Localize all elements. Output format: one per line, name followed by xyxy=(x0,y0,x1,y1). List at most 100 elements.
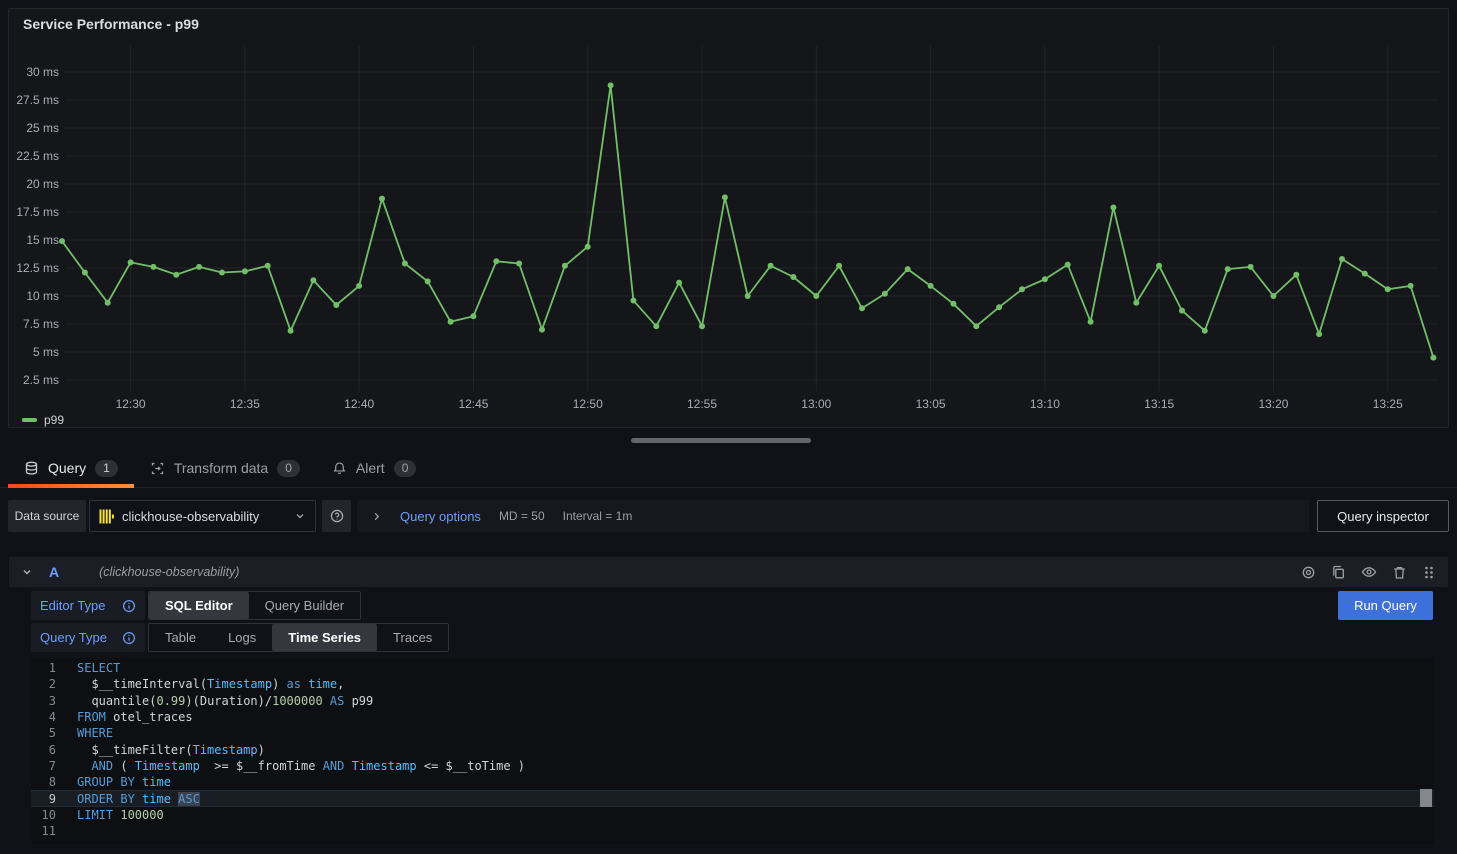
datasource-picker[interactable]: clickhouse-observability xyxy=(89,500,316,532)
max-data-points-value: MD = 50 xyxy=(499,509,545,523)
editor-type-label: Editor Type xyxy=(31,591,145,620)
svg-text:12:55: 12:55 xyxy=(687,397,717,411)
editor-type-switch: SQL Editor Query Builder xyxy=(148,591,361,620)
transform-icon xyxy=(150,461,165,476)
svg-text:13:15: 13:15 xyxy=(1144,397,1174,411)
line-number: 1 xyxy=(31,661,56,675)
run-query-button[interactable]: Run Query xyxy=(1338,591,1433,620)
delete-query-trash-icon[interactable] xyxy=(1392,565,1407,580)
question-circle-icon xyxy=(329,508,345,524)
line-content: AND ( Timestamp >= $__fromTime AND Times… xyxy=(77,759,525,773)
duplicate-query-icon[interactable] xyxy=(1331,565,1346,580)
query-inspector-button[interactable]: Query inspector xyxy=(1317,500,1449,532)
code-line: 8 GROUP BY time xyxy=(31,774,1434,790)
query-options-bar: Query options MD = 50 Interval = 1m xyxy=(357,500,1309,532)
svg-text:13:05: 13:05 xyxy=(916,397,946,411)
segment-time-series[interactable]: Time Series xyxy=(272,624,377,651)
line-number: 3 xyxy=(31,694,56,708)
info-circle-icon[interactable] xyxy=(122,631,136,645)
segment-sql-editor[interactable]: SQL Editor xyxy=(149,592,249,619)
svg-text:15 ms: 15 ms xyxy=(26,233,59,247)
tab-count-badge: 1 xyxy=(95,460,118,477)
code-line: 4FROM otel_traces xyxy=(31,709,1434,725)
svg-text:12:30: 12:30 xyxy=(116,397,146,411)
segment-logs[interactable]: Logs xyxy=(212,624,272,651)
svg-text:12:45: 12:45 xyxy=(458,397,488,411)
datasource-row: Data source clickhouse-observability xyxy=(8,500,1449,532)
info-circle-icon[interactable] xyxy=(122,599,136,613)
svg-text:2.5 ms: 2.5 ms xyxy=(23,373,59,387)
legend[interactable]: p99 xyxy=(22,413,64,427)
hide-response-eye-icon[interactable] xyxy=(1361,564,1377,580)
datasource-label: Data source xyxy=(8,500,86,532)
legend-series-label: p99 xyxy=(44,413,64,427)
svg-text:10 ms: 10 ms xyxy=(26,289,59,303)
svg-text:27.5 ms: 27.5 ms xyxy=(16,93,59,107)
query-row-header[interactable]: A (clickhouse-observability) xyxy=(9,557,1448,587)
tab-label: Query xyxy=(48,460,86,476)
query-actions xyxy=(1301,564,1436,580)
tab-alert[interactable]: Alert 0 xyxy=(316,449,432,487)
svg-text:12:35: 12:35 xyxy=(230,397,260,411)
svg-text:13:10: 13:10 xyxy=(1030,397,1060,411)
segment-traces[interactable]: Traces xyxy=(377,624,448,651)
tab-label: Alert xyxy=(356,460,385,476)
query-type-switch: Table Logs Time Series Traces xyxy=(148,623,449,652)
svg-text:13:00: 13:00 xyxy=(801,397,831,411)
datasource-value: clickhouse-observability xyxy=(122,509,286,524)
query-type-label: Query Type xyxy=(31,623,145,652)
line-number: 9 xyxy=(31,792,56,806)
code-line: 10LIMIT 100000 xyxy=(31,807,1434,823)
chevron-right-icon[interactable] xyxy=(371,511,382,522)
svg-text:22.5 ms: 22.5 ms xyxy=(16,149,59,163)
datasource-help-button[interactable] xyxy=(322,500,351,532)
line-number: 11 xyxy=(31,824,56,838)
interval-value: Interval = 1m xyxy=(563,509,633,523)
line-content: LIMIT 100000 xyxy=(77,808,164,822)
sql-editor[interactable]: 1 SELECT2 $__timeInterval(Timestamp) as t… xyxy=(31,658,1434,844)
svg-text:30 ms: 30 ms xyxy=(26,65,59,79)
line-content: FROM otel_traces xyxy=(77,710,193,724)
tab-transform-data[interactable]: Transform data 0 xyxy=(134,449,316,487)
horizontal-scrollbar[interactable] xyxy=(631,438,811,443)
line-content: quantile(0.99)(Duration)/1000000 AS p99 xyxy=(77,694,373,708)
line-content: $__timeInterval(Timestamp) as time, xyxy=(77,677,344,691)
editor-scrollbar-thumb[interactable] xyxy=(1420,789,1432,807)
query-options-link[interactable]: Query options xyxy=(400,509,481,524)
editor-type-row: Editor Type SQL Editor Query Builder xyxy=(31,591,361,620)
line-content: GROUP BY time xyxy=(77,775,171,789)
collapse-chevron-icon[interactable] xyxy=(21,566,33,578)
tab-bar: Query 1 Transform data 0 Alert 0 xyxy=(0,449,1457,488)
segment-query-builder[interactable]: Query Builder xyxy=(249,592,360,619)
timeseries-panel: Service Performance - p99 30 ms27.5 ms25… xyxy=(8,8,1449,428)
query-datasource-name: (clickhouse-observability) xyxy=(99,565,239,579)
drag-handle-icon[interactable] xyxy=(1422,565,1436,580)
segment-table[interactable]: Table xyxy=(149,624,212,651)
code-line: 2 $__timeInterval(Timestamp) as time, xyxy=(31,676,1434,692)
disable-query-icon[interactable] xyxy=(1301,565,1316,580)
timeseries-chart[interactable]: 30 ms27.5 ms25 ms22.5 ms20 ms17.5 ms15 m… xyxy=(9,9,1448,427)
svg-text:17.5 ms: 17.5 ms xyxy=(16,205,59,219)
code-line: 5 WHERE xyxy=(31,725,1434,741)
line-number: 5 xyxy=(31,726,56,740)
clickhouse-logo-icon xyxy=(99,509,114,524)
svg-text:12:40: 12:40 xyxy=(344,397,374,411)
line-content: ORDER BY time ASC xyxy=(77,792,200,806)
line-content: SELECT xyxy=(77,661,120,675)
line-number: 8 xyxy=(31,775,56,789)
active-tab-underline xyxy=(8,484,134,488)
svg-text:7.5 ms: 7.5 ms xyxy=(23,317,59,331)
svg-text:5 ms: 5 ms xyxy=(33,345,59,359)
line-number: 6 xyxy=(31,743,56,757)
legend-series-swatch xyxy=(22,418,37,422)
line-content: WHERE xyxy=(77,726,113,740)
svg-text:12:50: 12:50 xyxy=(573,397,603,411)
code-line: 9 ORDER BY time ASC xyxy=(31,790,1434,806)
tab-count-badge: 0 xyxy=(394,460,417,477)
svg-text:13:25: 13:25 xyxy=(1373,397,1403,411)
line-number: 7 xyxy=(31,759,56,773)
chevron-down-icon xyxy=(294,510,306,522)
tab-query[interactable]: Query 1 xyxy=(8,449,134,487)
line-content: $__timeFilter(Timestamp) xyxy=(77,743,265,757)
code-line: 1 SELECT xyxy=(31,660,1434,676)
